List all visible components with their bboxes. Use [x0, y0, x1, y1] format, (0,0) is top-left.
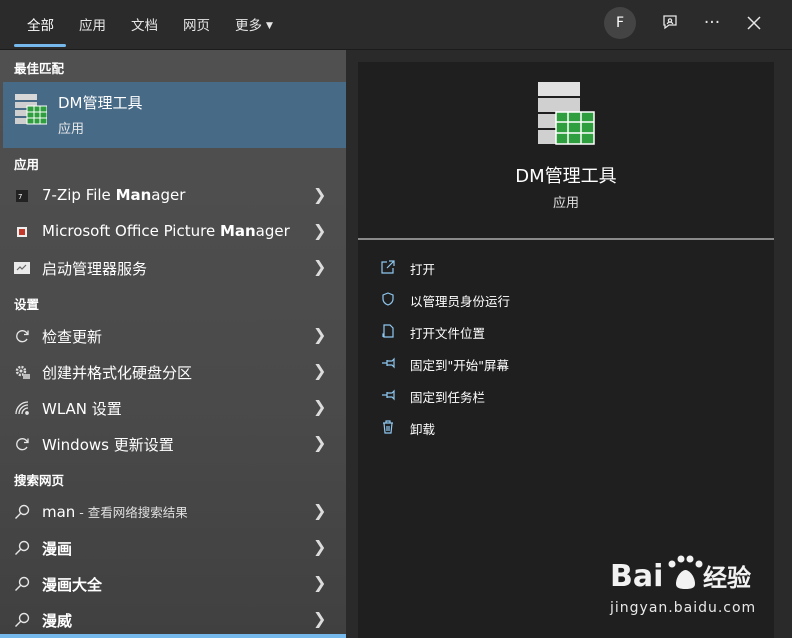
pin-icon [380, 387, 396, 403]
action-label: 打开 [410, 262, 436, 277]
list-item-label: Microsoft Office Picture Manager [42, 222, 290, 240]
action-label: 固定到任务栏 [410, 390, 486, 405]
list-item-label: 漫威 [42, 612, 73, 630]
search-icon [14, 540, 30, 556]
svg-text:经验: 经验 [703, 564, 751, 592]
chevron-right-icon: ❯ [313, 609, 327, 628]
watermark-url: jingyan.baidu.com [610, 600, 757, 616]
action-label: 卸载 [410, 422, 436, 437]
tab-apps[interactable]: 应用 [79, 14, 106, 34]
bottom-accent-line [0, 634, 346, 638]
office-picture-icon [14, 224, 30, 240]
list-item-boot-manager-service[interactable]: 启动管理器服务 ❯ [0, 251, 346, 285]
list-item-label: 7-Zip File Manager [42, 186, 186, 204]
chevron-right-icon: ❯ [313, 537, 327, 556]
section-settings: 设置 [14, 297, 40, 312]
section-apps: 应用 [14, 157, 40, 172]
file-location-icon [380, 323, 396, 339]
list-item-web-manhua[interactable]: 漫画 ❯ [0, 531, 346, 565]
chevron-right-icon: ❯ [313, 257, 327, 276]
best-match-item[interactable]: DM管理工具 应用 [3, 82, 346, 148]
trash-icon [380, 419, 396, 435]
chevron-right-icon: ❯ [313, 397, 327, 416]
search-icon [14, 504, 30, 520]
action-label: 打开文件位置 [410, 326, 486, 341]
list-item-7zip[interactable]: 7 7-Zip File Manager ❯ [0, 179, 346, 213]
list-item-check-updates[interactable]: 检查更新 ❯ [0, 319, 346, 353]
wifi-icon [14, 400, 30, 416]
service-icon [14, 260, 30, 276]
list-item-web-manhua-daquan[interactable]: 漫画大全 ❯ [0, 567, 346, 601]
svg-text:7: 7 [18, 193, 22, 201]
active-tab-indicator [14, 44, 66, 47]
list-item-label: 漫画大全 [42, 576, 103, 594]
search-icon [14, 576, 30, 592]
chevron-right-icon: ❯ [313, 185, 327, 204]
list-item-office-picture-manager[interactable]: Microsoft Office Picture Manager ❯ [0, 215, 346, 249]
baidu-logo: Bai 经验 [610, 555, 751, 594]
disk-gear-icon [14, 364, 30, 380]
baidu-watermark: Bai 经验 jingyan.baidu.com [610, 548, 790, 632]
svg-text:Bai: Bai [610, 559, 663, 594]
tab-all[interactable]: 全部 [27, 14, 54, 34]
divider [358, 238, 774, 240]
list-item-web-man[interactable]: man - 查看网络搜索结果 ❯ [0, 495, 346, 529]
action-label: 固定到"开始"屏幕 [410, 358, 509, 373]
tab-more-label: 更多 [235, 18, 262, 34]
chevron-right-icon: ❯ [313, 501, 327, 520]
list-item-web-manwei[interactable]: 漫威 ❯ [0, 603, 346, 637]
chevron-right-icon: ❯ [313, 221, 327, 240]
list-item-windows-update-settings[interactable]: Windows 更新设置 ❯ [0, 427, 346, 461]
detail-app-title: DM管理工具 [515, 166, 617, 187]
tab-documents[interactable]: 文档 [131, 14, 158, 34]
chevron-right-icon: ❯ [313, 573, 327, 592]
chevron-right-icon: ❯ [313, 361, 327, 380]
section-best-match: 最佳匹配 [14, 61, 65, 76]
open-icon [380, 259, 396, 275]
list-item-label: man - 查看网络搜索结果 [42, 503, 188, 521]
7zip-icon: 7 [14, 188, 30, 204]
list-item-label: WLAN 设置 [42, 400, 122, 418]
list-item-label: 启动管理器服务 [42, 260, 148, 278]
action-label: 以管理员身份运行 [410, 294, 511, 309]
best-match-title: DM管理工具 [58, 94, 143, 112]
dm-tool-icon [15, 94, 48, 132]
top-bar: 全部 应用 文档 网页 更多 ▼ F ··· [0, 0, 792, 50]
avatar[interactable]: F [604, 7, 636, 39]
more-options-icon[interactable]: ··· [699, 10, 725, 36]
shield-icon [380, 291, 396, 307]
best-match-subtitle: 应用 [58, 122, 85, 137]
chevron-down-icon: ▼ [266, 21, 273, 31]
list-item-label: 检查更新 [42, 328, 103, 346]
chevron-right-icon: ❯ [313, 433, 327, 452]
close-icon[interactable] [741, 10, 767, 36]
refresh-icon [14, 436, 30, 452]
refresh-icon [14, 328, 30, 344]
search-icon [14, 612, 30, 628]
chevron-right-icon: ❯ [313, 325, 327, 344]
detail-app-type: 应用 [552, 196, 579, 211]
list-item-label: 创建并格式化硬盘分区 [42, 364, 193, 382]
feedback-icon[interactable] [657, 10, 683, 36]
tab-web[interactable]: 网页 [183, 14, 210, 34]
list-item-wlan-settings[interactable]: WLAN 设置 ❯ [0, 391, 346, 425]
results-panel: 最佳匹配 DM管理工具 应用 应用 7 7-Zip File Manager ❯… [0, 50, 346, 638]
list-item-label: Windows 更新设置 [42, 436, 174, 454]
list-item-label: 漫画 [42, 540, 73, 558]
pin-icon [380, 355, 396, 371]
section-web-search: 搜索网页 [14, 473, 65, 488]
dm-tool-large-icon [536, 82, 596, 150]
tab-more[interactable]: 更多 ▼ [235, 14, 273, 34]
list-item-disk-partition[interactable]: 创建并格式化硬盘分区 ❯ [0, 355, 346, 389]
